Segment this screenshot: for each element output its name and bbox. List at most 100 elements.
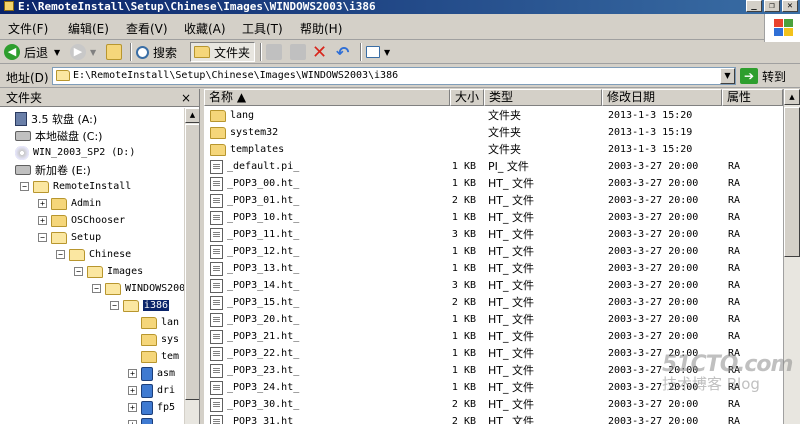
file-attributes: RA — [728, 382, 741, 393]
file-row[interactable]: _POP3_14.ht_ 3 KB HT_ 文件 2003-3-27 20:00 RA — [204, 277, 800, 294]
scrollbar-thumb[interactable] — [784, 107, 800, 257]
menu-view[interactable]: 查看(V) — [126, 20, 168, 37]
file-size: 2 KB — [451, 399, 476, 410]
menu-tools[interactable]: 工具(T) — [242, 20, 283, 37]
file-modified: 2013-1-3 15:19 — [608, 127, 693, 138]
menu-favorites[interactable]: 收藏(A) — [184, 20, 226, 37]
tree-item[interactable]: lan — [128, 314, 179, 331]
file-row[interactable]: _POP3_01.ht_ 2 KB HT_ 文件 2003-3-27 20:00 RA — [204, 192, 800, 209]
close-button[interactable]: ✕ — [782, 0, 798, 12]
file-row[interactable]: _POP3_12.ht_ 1 KB HT_ 文件 2003-3-27 20:00 RA — [204, 243, 800, 260]
tree-item[interactable]: WIN_2003_SP2 (D:) — [2, 144, 135, 161]
tree-item[interactable]: + Admin — [38, 195, 101, 212]
file-name-cell: templates — [210, 141, 380, 158]
file-row[interactable]: _POP3_13.ht_ 1 KB HT_ 文件 2003-3-27 20:00 RA — [204, 260, 800, 277]
column-type[interactable]: 类型 — [484, 89, 602, 106]
file-row[interactable]: _POP3_15.ht_ 2 KB HT_ 文件 2003-3-27 20:00 RA — [204, 294, 800, 311]
file-size: 3 KB — [451, 280, 476, 291]
tree-item[interactable]: − WINDOWS200 — [92, 280, 185, 297]
collapse-icon[interactable]: − — [20, 182, 29, 191]
tree-item[interactable]: tem — [128, 348, 179, 365]
tree-item[interactable]: − i386 — [110, 297, 170, 314]
title-bar[interactable]: E:\RemoteInstall\Setup\Chinese\Images\WI… — [0, 0, 800, 14]
collapse-icon[interactable]: − — [110, 301, 119, 310]
column-size[interactable]: 大小 — [450, 89, 484, 106]
file-size: 1 KB — [451, 314, 476, 325]
views-button[interactable]: ▼ — [366, 42, 390, 62]
search-button[interactable]: 搜索 — [136, 42, 177, 62]
minimize-button[interactable]: _ — [746, 0, 762, 12]
file-row[interactable]: _default.pi_ 1 KB PI_ 文件 2003-3-27 20:00 RA — [204, 158, 800, 175]
address-input[interactable]: E:\RemoteInstall\Setup\Chinese\Images\WI… — [52, 67, 736, 85]
collapse-icon[interactable]: − — [74, 267, 83, 276]
tree-item[interactable]: 3.5 软盘 (A:) — [2, 110, 97, 127]
file-name: _POP3_21.ht_ — [227, 331, 300, 342]
collapse-icon[interactable]: − — [38, 233, 47, 242]
file-row[interactable]: _POP3_30.ht_ 2 KB HT_ 文件 2003-3-27 20:00 RA — [204, 396, 800, 413]
copy-to-button[interactable] — [290, 42, 310, 62]
tree-item[interactable]: + OSChooser — [38, 212, 125, 229]
file-row[interactable]: _POP3_00.ht_ 1 KB HT_ 文件 2003-3-27 20:00 RA — [204, 175, 800, 192]
folders-button[interactable]: 文件夹 — [190, 42, 256, 62]
tree-item[interactable]: − Images — [74, 263, 143, 280]
file-row[interactable]: templates 文件夹 2013-1-3 15:20 — [204, 141, 800, 158]
tree-item[interactable]: 本地磁盘 (C:) — [2, 127, 102, 144]
file-size: 2 KB — [451, 416, 476, 424]
scroll-up-arrow-icon[interactable]: ▲ — [784, 89, 800, 105]
folder-icon — [56, 70, 70, 81]
file-list-header: 名称 ▲ 大小 类型 修改日期 属性 — [204, 89, 800, 106]
file-row[interactable]: _POP3_21.ht_ 1 KB HT_ 文件 2003-3-27 20:00 RA — [204, 328, 800, 345]
expand-icon[interactable]: + — [38, 199, 47, 208]
menu-help[interactable]: 帮助(H) — [300, 20, 342, 37]
delete-button[interactable]: ✕ — [312, 42, 327, 63]
chevron-down-icon: ▼ — [54, 47, 61, 57]
expand-icon[interactable]: + — [128, 386, 137, 395]
collapse-icon[interactable]: − — [92, 284, 101, 293]
file-row[interactable]: _POP3_22.ht_ 1 KB HT_ 文件 2003-3-27 20:00 RA — [204, 345, 800, 362]
tree-item[interactable]: − Chinese — [56, 246, 131, 263]
file-row[interactable]: _POP3_24.ht_ 1 KB HT_ 文件 2003-3-27 20:00 RA — [204, 379, 800, 396]
file-row[interactable]: lang 文件夹 2013-1-3 15:20 — [204, 107, 800, 124]
up-folder-button[interactable] — [106, 42, 126, 62]
address-dropdown-button[interactable]: ▼ — [720, 68, 735, 84]
folder-tree-scrollbar[interactable]: ▲ — [184, 108, 199, 424]
scrollbar-thumb[interactable] — [185, 124, 199, 400]
forward-button[interactable]: ▶ ▼ — [70, 42, 96, 62]
column-attributes[interactable]: 属性 — [722, 89, 783, 106]
go-button[interactable]: ➔ 转到 — [740, 67, 786, 85]
close-pane-button[interactable]: × — [181, 89, 191, 107]
back-button[interactable]: ◀ 后退 ▼ — [4, 42, 60, 62]
collapse-icon[interactable]: − — [56, 250, 65, 259]
file-row[interactable]: _POP3_23.ht_ 1 KB HT_ 文件 2003-3-27 20:00 RA — [204, 362, 800, 379]
scroll-up-arrow-icon[interactable]: ▲ — [185, 108, 199, 123]
tree-item[interactable]: − RemoteInstall — [20, 178, 131, 195]
expand-icon[interactable]: + — [128, 369, 137, 378]
file-row[interactable]: system32 文件夹 2013-1-3 15:19 — [204, 124, 800, 141]
drive-icon — [15, 164, 31, 175]
tree-item[interactable]: + dri — [128, 382, 175, 399]
menu-edit[interactable]: 编辑(E) — [68, 20, 109, 37]
tree-item-label: Setup — [71, 232, 102, 243]
column-modified[interactable]: 修改日期 — [602, 89, 722, 106]
expand-icon[interactable]: + — [38, 216, 47, 225]
tree-item[interactable]: + — [128, 416, 157, 424]
maximize-button[interactable]: ❐ — [764, 0, 780, 12]
file-row[interactable]: _POP3_11.ht_ 3 KB HT_ 文件 2003-3-27 20:00 RA — [204, 226, 800, 243]
file-name: _POP3_31.ht_ — [227, 416, 300, 424]
tree-item[interactable]: sys — [128, 331, 179, 348]
column-name[interactable]: 名称 ▲ — [204, 89, 450, 106]
file-row[interactable]: _POP3_20.ht_ 1 KB HT_ 文件 2003-3-27 20:00 RA — [204, 311, 800, 328]
file-row[interactable]: _POP3_10.ht_ 1 KB HT_ 文件 2003-3-27 20:00 RA — [204, 209, 800, 226]
file-list-scrollbar[interactable]: ▲ — [783, 89, 800, 424]
move-to-button[interactable] — [266, 42, 286, 62]
file-icon — [210, 380, 223, 395]
tree-item[interactable]: 新加卷 (E:) — [2, 161, 91, 178]
expand-icon[interactable]: + — [128, 420, 137, 424]
menu-file[interactable]: 文件(F) — [8, 20, 48, 37]
tree-item[interactable]: + asm — [128, 365, 175, 382]
tree-item[interactable]: − Setup — [38, 229, 101, 246]
undo-button[interactable]: ↶ — [336, 42, 349, 62]
tree-item[interactable]: + fp5 — [128, 399, 175, 416]
file-row[interactable]: _POP3_31.ht_ 2 KB HT_ 文件 2003-3-27 20:00 RA — [204, 413, 800, 424]
expand-icon[interactable]: + — [128, 403, 137, 412]
